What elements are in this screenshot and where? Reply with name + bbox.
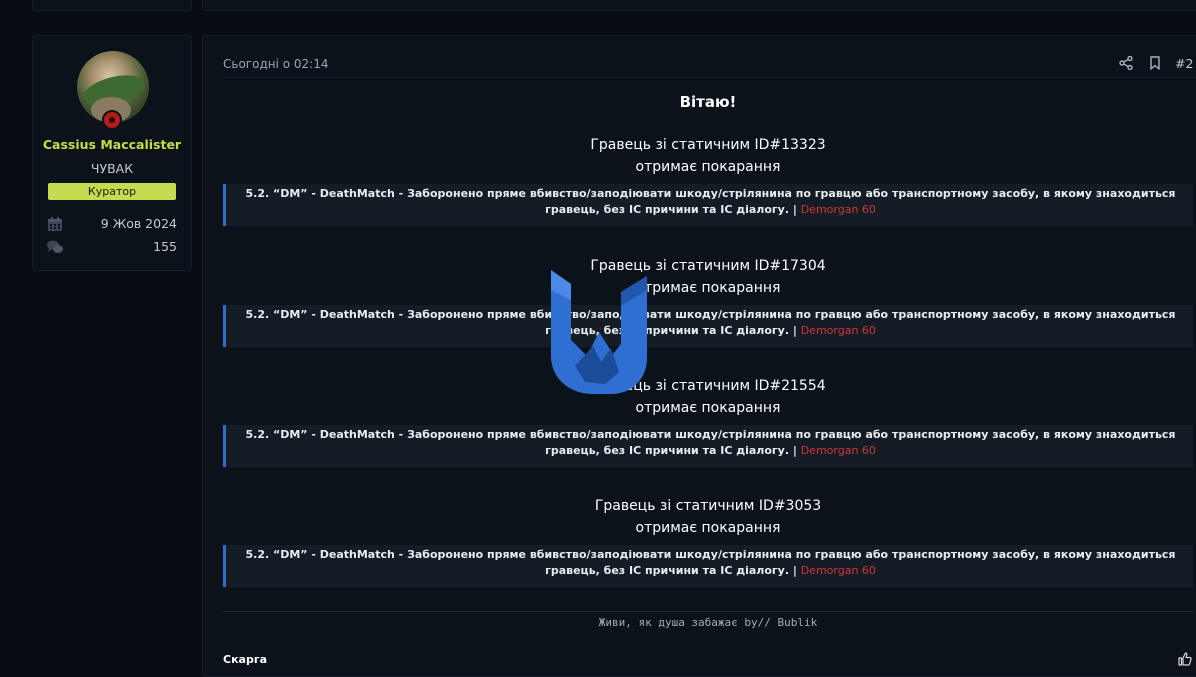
punishment-text: Demorgan 60	[800, 324, 876, 337]
chat-bubbles-icon	[47, 240, 63, 253]
signature: Живи, як душа забажає by// Bublik	[598, 616, 818, 629]
penalty-player-line: Гравець зі статичним ID#3053	[594, 498, 822, 514]
rule-text: 5.2. “DM” - DeathMatch - Заборонено прям…	[245, 548, 1176, 577]
penalty-verdict-line: отримає покарання	[635, 520, 781, 536]
messages-row: 155	[47, 239, 177, 257]
rule-quote: 5.2. “DM” - DeathMatch - Заборонено прям…	[223, 425, 1193, 467]
joined-row: 9 Жов 2024	[47, 216, 177, 234]
rule-text: 5.2. “DM” - DeathMatch - Заборонено прям…	[245, 187, 1176, 216]
previous-post	[202, 0, 1196, 11]
penalty-block: Гравець зі статичним ID#17304 отримає по…	[223, 255, 1193, 347]
calendar-icon	[48, 217, 62, 231]
joined-date: 9 Жов 2024	[100, 216, 177, 231]
offline-status-icon	[102, 110, 122, 130]
rule-quote: 5.2. “DM” - DeathMatch - Заборонено прям…	[223, 305, 1193, 347]
rule-quote: 5.2. “DM” - DeathMatch - Заборонено прям…	[223, 545, 1193, 587]
previous-user-card	[32, 0, 192, 11]
punishment-text: Demorgan 60	[800, 444, 876, 457]
user-card: Cassius Maccalister ЧУВАК Куратор 9 Жов …	[32, 35, 192, 271]
logo-watermark	[551, 270, 647, 394]
post: Сьогодні о 02:14 #2 Вітаю! Гравець зі ст…	[202, 35, 1196, 677]
post-number[interactable]: #2	[1175, 56, 1193, 71]
rule-quote: 5.2. “DM” - DeathMatch - Заборонено прям…	[223, 184, 1193, 226]
rule-text: 5.2. “DM” - DeathMatch - Заборонено прям…	[245, 428, 1176, 457]
penalty-player-line: Гравець зі статичним ID#13323	[590, 137, 826, 153]
bookmark-icon[interactable]	[1149, 56, 1161, 70]
penalty-block: Гравець зі статичним ID#3053 отримає пок…	[223, 495, 1193, 587]
penalty-verdict-line: отримає покарання	[635, 280, 781, 296]
penalty-verdict-line: отримає покарання	[635, 400, 781, 416]
rule-text: 5.2. “DM” - DeathMatch - Заборонено прям…	[245, 308, 1176, 337]
messages-count: 155	[153, 239, 177, 254]
post-date[interactable]: Сьогодні о 02:14	[223, 57, 328, 71]
role-badge: Куратор	[48, 183, 176, 200]
user-title: ЧУВАК	[90, 161, 134, 176]
punishment-text: Demorgan 60	[800, 564, 876, 577]
greeting: Вітаю!	[679, 93, 737, 111]
penalty-verdict-line: отримає покарання	[635, 159, 781, 175]
penalty-block: Гравець зі статичним ID#21554 отримає по…	[223, 375, 1193, 467]
post-header: Сьогодні о 02:14 #2	[223, 56, 1196, 78]
share-icon[interactable]	[1119, 56, 1133, 70]
signature-divider	[223, 611, 1193, 612]
penalty-player-line: Гравець зі статичним ID#17304	[590, 258, 826, 274]
report-link[interactable]: Скарга	[223, 653, 267, 666]
header-divider	[223, 77, 1196, 78]
penalty-player-line: Гравець зі статичним ID#21554	[590, 378, 826, 394]
username[interactable]: Cassius Maccalister	[33, 137, 191, 152]
punishment-text: Demorgan 60	[800, 203, 876, 216]
penalty-block: Гравець зі статичним ID#13323 отримає по…	[223, 134, 1193, 226]
